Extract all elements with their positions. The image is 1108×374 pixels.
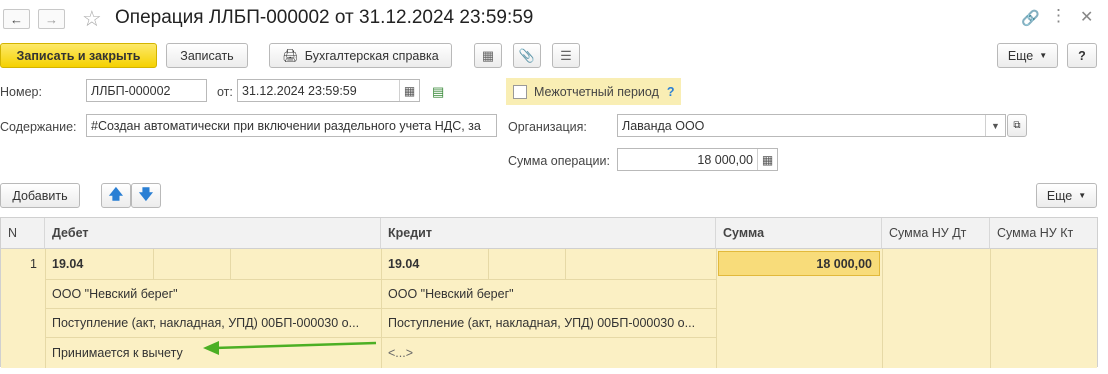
calculator-icon[interactable]: ▦ (757, 149, 777, 170)
operation-sum-value: 18 000,00 (697, 152, 753, 167)
content-field[interactable]: #Создан автоматически при включении разд… (86, 114, 497, 137)
printer-icon: 🖨 (282, 47, 299, 63)
table-more-button[interactable]: Еще ▼ (1036, 183, 1097, 208)
calendar-icon[interactable]: ▦ (399, 80, 419, 101)
structure-button[interactable]: ▦ (474, 43, 502, 68)
move-up-button[interactable]: 🡅 (101, 183, 131, 208)
chevron-down-icon: ▼ (1078, 191, 1087, 200)
operation-sum-label: Сумма операции: (508, 154, 610, 168)
help-button[interactable]: ? (1067, 43, 1097, 68)
list-icon: ☰ (560, 47, 572, 63)
debit-subconto-1[interactable]: ООО "Невский берег" (45, 279, 381, 308)
column-header-sum-nu-kt[interactable]: Сумма НУ Кт (990, 218, 1097, 249)
row-number: 1 (30, 257, 37, 271)
column-header-credit[interactable]: Кредит (381, 218, 716, 249)
favorite-star-icon[interactable]: ☆ (82, 6, 102, 32)
add-row-button[interactable]: Добавить (0, 183, 80, 208)
column-header-sum[interactable]: Сумма (716, 218, 882, 249)
column-header-debit[interactable]: Дебет (45, 218, 381, 249)
table-row[interactable]: 1 19.04 ООО "Невский берег" Поступление … (1, 249, 1097, 368)
chevron-down-icon: ▼ (1039, 51, 1048, 60)
save-and-close-button[interactable]: Записать и закрыть (0, 43, 157, 68)
annotation-arrow (203, 341, 377, 355)
link-icon[interactable]: 🔗 (1021, 9, 1040, 27)
table-more-label: Еще (1046, 188, 1073, 203)
debit-subconto-2[interactable]: Поступление (акт, накладная, УПД) 00БП-0… (45, 308, 381, 337)
column-header-sum-nu-dt[interactable]: Сумма НУ Дт (882, 218, 990, 249)
credit-subconto-2[interactable]: Поступление (акт, накладная, УПД) 00БП-0… (381, 308, 716, 337)
organization-value: Лаванда ООО (622, 118, 705, 133)
date-label: от: (217, 85, 233, 99)
interperiod-checkbox[interactable] (513, 84, 527, 99)
date-field[interactable]: 31.12.2024 23:59:59 ▦ (237, 79, 420, 102)
credit-subconto-1[interactable]: ООО "Невский берег" (381, 279, 716, 308)
sum-cell[interactable]: 18 000,00 (718, 251, 880, 276)
column-header-n[interactable]: N (1, 218, 45, 249)
credit-account[interactable]: 19.04 (381, 249, 488, 279)
content-value: #Создан автоматически при включении разд… (91, 118, 481, 133)
arrow-left-icon: ← (10, 11, 23, 27)
arrow-right-icon: → (45, 11, 58, 27)
accounting-report-label: Бухгалтерская справка (304, 48, 439, 63)
sum-nu-dt-cell[interactable] (882, 249, 990, 279)
entries-table[interactable]: N Дебет Кредит Сумма Сумма НУ Дт Сумма Н… (0, 217, 1098, 368)
arrow-down-icon: 🡇 (138, 185, 154, 202)
interperiod-help-icon[interactable]: ? (667, 85, 675, 99)
attach-button[interactable]: 📎 (513, 43, 541, 68)
open-organization-button[interactable]: ⧉ (1007, 114, 1027, 137)
paperclip-icon: 📎 (518, 47, 536, 63)
dropdown-icon[interactable]: ▼ (985, 115, 1005, 136)
more-label: Еще (1007, 48, 1034, 63)
content-label: Содержание: (0, 120, 77, 134)
number-field[interactable]: ЛЛБП-000002 (86, 79, 207, 102)
interperiod-label: Межотчетный период (534, 84, 659, 99)
date-value: 31.12.2024 23:59:59 (242, 83, 357, 98)
sum-nu-kt-cell[interactable] (990, 249, 1097, 279)
debit-account[interactable]: 19.04 (45, 249, 153, 279)
open-window-icon: ⧉ (1013, 120, 1021, 131)
credit-subconto-3[interactable]: <...> (381, 337, 716, 368)
number-label: Номер: (0, 85, 42, 99)
accounting-report-button[interactable]: 🖨 Бухгалтерская справка (269, 43, 452, 68)
arrow-up-icon: 🡅 (108, 185, 124, 202)
operation-sum-field[interactable]: 18 000,00 ▦ (617, 148, 778, 171)
document-list-button[interactable]: ☰ (552, 43, 580, 68)
forward-button[interactable]: → (38, 9, 65, 29)
more-vertical-icon[interactable]: ⋮ (1050, 6, 1067, 26)
move-down-button[interactable]: 🡇 (131, 183, 161, 208)
structure-icon: ▦ (481, 47, 495, 63)
back-button[interactable]: ← (3, 9, 30, 29)
organization-field[interactable]: Лаванда ООО ▼ (617, 114, 1006, 137)
more-button[interactable]: Еще ▼ (997, 43, 1058, 68)
close-icon[interactable]: ✕ (1080, 7, 1093, 27)
save-button[interactable]: Записать (166, 43, 248, 68)
interperiod-checkbox-area[interactable]: Межотчетный период ? (506, 78, 681, 105)
window-title: Операция ЛЛБП-000002 от 31.12.2024 23:59… (115, 7, 534, 28)
post-status-icon[interactable]: ▤ (432, 84, 444, 100)
number-value: ЛЛБП-000002 (91, 83, 171, 98)
organization-label: Организация: (508, 120, 587, 134)
